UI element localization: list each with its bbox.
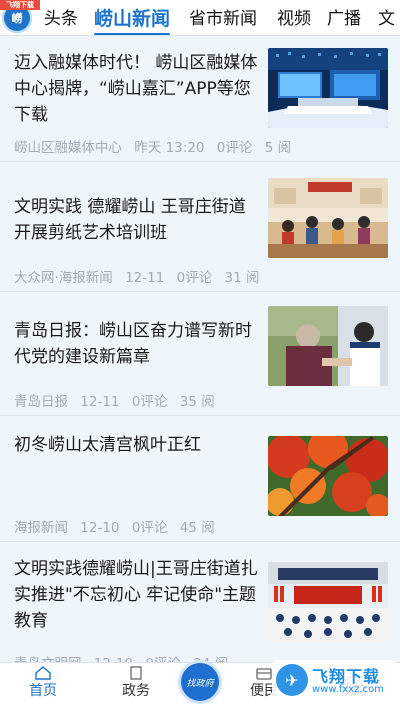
news-comments: 0评论 (131, 394, 168, 410)
meeting-thumb (268, 562, 388, 642)
news-meta: 海报新闻 12-10 0评论 45 阅 (14, 516, 223, 536)
news-title: 青岛日报：崂山区奋力谱写新时代党的建设新篇章 (14, 321, 252, 367)
news-comments: 0评论 (131, 520, 168, 536)
news-reads: 5 阅 (264, 140, 292, 156)
news-meta: 青岛日报 12-11 0评论 35 阅 (14, 390, 223, 410)
visit-thumb (268, 306, 388, 386)
news-time: 12-11 (125, 270, 165, 286)
news-reads: 31 阅 (224, 270, 260, 286)
nav-find-gov-label: 找政府 (186, 678, 214, 689)
news-time: 12-10 (80, 520, 120, 536)
news-item[interactable]: 文明实践德耀崂山|王哥庄街道扎实推进"不忘初心 牢记使命"主题教育 青岛文明网 … (0, 542, 400, 672)
news-comments: 0评论 (176, 270, 213, 286)
news-source: 大众网·海报新闻 (14, 270, 113, 286)
news-title: 初冬崂山太清宫枫叶正红 (14, 435, 201, 455)
news-source: 海报新闻 (14, 520, 68, 536)
tab-province-news[interactable]: 省市新闻 (189, 6, 257, 32)
nav-government-affairs[interactable]: 政务 (101, 663, 171, 704)
news-time: 12-11 (80, 394, 120, 410)
news-title: 文明实践德耀崂山|王哥庄街道扎实推进"不忘初心 牢记使命"主题教育 (14, 559, 258, 631)
news-source: 青岛日报 (14, 394, 68, 410)
news-meta: 崂山区融媒体中心 昨天 13:20 0评论 5 阅 (14, 136, 299, 156)
news-comments: 0评论 (216, 140, 253, 156)
top-tab-bar: 嶗 飞翔下载 头条 崂山新闻 省市新闻 视频 广播 文 (0, 0, 400, 36)
tab-video[interactable]: 视频 (277, 6, 311, 32)
maple-thumb (268, 436, 388, 516)
tab-headlines[interactable]: 头条 (44, 6, 78, 32)
news-reads: 35 阅 (179, 394, 215, 410)
service-icon (256, 668, 272, 680)
watermark-logo-icon: ✈ (276, 664, 308, 696)
news-source: 崂山区融媒体中心 (14, 140, 122, 156)
watermark-url: www.fxxz.com (312, 684, 384, 695)
home-icon (35, 666, 51, 680)
nav-home-label: 首页 (29, 683, 57, 699)
document-icon (130, 666, 142, 680)
news-title: 文明实践 德耀崂山 王哥庄街道开展剪纸艺术培训班 (14, 197, 246, 243)
news-item[interactable]: 文明实践 德耀崂山 王哥庄街道开展剪纸艺术培训班 大众网·海报新闻 12-11 … (0, 162, 400, 292)
watermark-overlay: ✈ 飞翔下载 www.fxxz.com (272, 660, 396, 702)
nav-home[interactable]: 首页 (8, 663, 78, 704)
tab-laoshan-news[interactable]: 崂山新闻 (94, 6, 171, 35)
news-item[interactable]: 迈入融媒体时代！ 崂山区融媒体中心揭牌，“崂山嘉汇”APP等您下载 崂山区融媒体… (0, 36, 400, 162)
news-item[interactable]: 初冬崂山太清宫枫叶正红 海报新闻 12-10 0评论 45 阅 (0, 416, 400, 542)
studio-thumb (268, 48, 388, 128)
watermark-top-left: 飞翔下载 (0, 0, 40, 10)
tab-culture[interactable]: 文 (378, 6, 395, 32)
app-logo-text: 嶗 (11, 12, 23, 25)
nav-government-affairs-label: 政务 (122, 683, 150, 699)
news-item[interactable]: 青岛日报：崂山区奋力谱写新时代党的建设新篇章 青岛日报 12-11 0评论 35… (0, 292, 400, 416)
find-gov-icon[interactable]: 找政府 (181, 663, 219, 701)
tab-radio[interactable]: 广播 (327, 6, 361, 32)
news-meta: 大众网·海报新闻 12-11 0评论 31 阅 (14, 266, 268, 286)
news-time: 昨天 13:20 (134, 140, 205, 156)
news-title: 迈入融媒体时代！ 崂山区融媒体中心揭牌，“崂山嘉汇”APP等您下载 (14, 53, 258, 125)
classroom-thumb (268, 178, 388, 258)
news-reads: 45 阅 (179, 520, 215, 536)
